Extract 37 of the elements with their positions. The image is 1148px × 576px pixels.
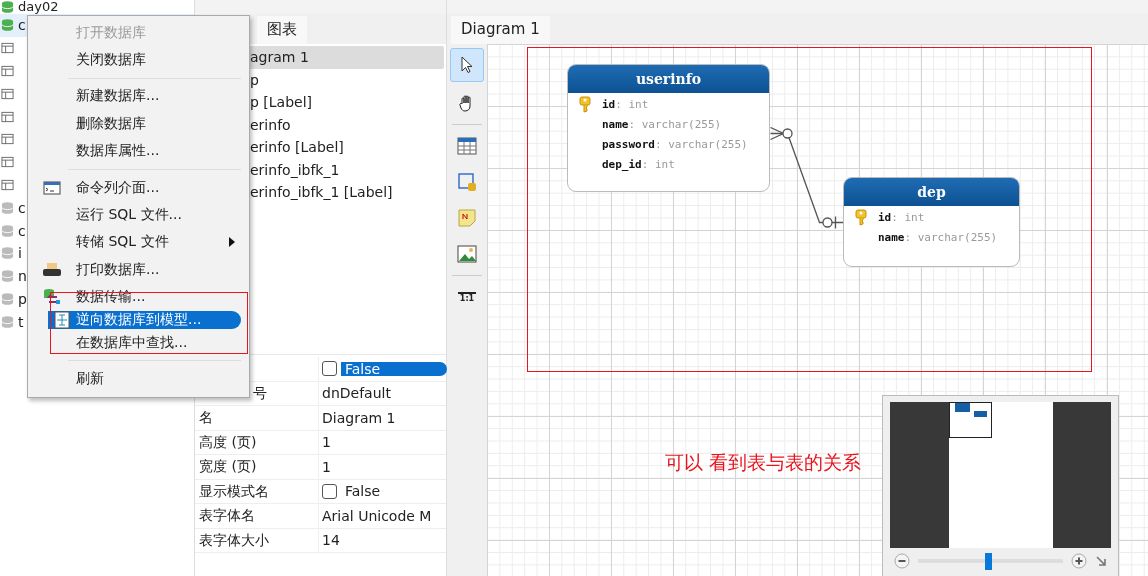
property-value: Diagram 1: [322, 409, 396, 426]
column-name: name: [602, 117, 629, 131]
column-type: : varchar(255): [904, 230, 998, 244]
column-type: : varchar(255): [655, 137, 748, 151]
property-value: 14: [322, 532, 340, 549]
tree-label: p: [18, 290, 27, 307]
column-type: : varchar(255): [628, 117, 722, 131]
table-title: dep: [844, 178, 1019, 206]
column-name: name: [878, 230, 905, 244]
property-value: False: [344, 483, 382, 500]
column-name: id: [602, 97, 616, 111]
column-name: password: [602, 137, 655, 151]
tree-label: i: [18, 245, 22, 262]
annotation-text: 可以 看到表与表的关系: [665, 450, 862, 475]
tree-label: c: [18, 199, 26, 216]
column-type: : int: [891, 210, 925, 224]
table-title: userinfo: [568, 65, 769, 93]
column-name: dep_id: [602, 157, 642, 171]
column-type: : int: [641, 157, 675, 171]
column-name: id: [878, 210, 892, 224]
tree-label: c: [18, 17, 26, 34]
property-name: 表字体名: [195, 504, 319, 528]
property-value: 1: [322, 458, 331, 475]
tree-label: day02: [18, 0, 59, 14]
property-name: 表字体大小: [195, 528, 319, 552]
property-name: 显示模式名: [195, 479, 319, 503]
property-name: 名: [195, 406, 319, 430]
tree-label: t: [18, 313, 24, 330]
property-value: dnDefault: [322, 385, 391, 402]
property-value: 1: [322, 434, 331, 451]
column-type: : int: [615, 97, 649, 111]
property-name: 宽度 (页): [195, 455, 319, 479]
property-name: 高度 (页): [195, 430, 319, 454]
property-value: False: [341, 361, 447, 376]
tree-label: c: [18, 222, 26, 239]
property-value: Arial Unicode M: [322, 507, 432, 524]
tree-label: n: [18, 268, 27, 285]
